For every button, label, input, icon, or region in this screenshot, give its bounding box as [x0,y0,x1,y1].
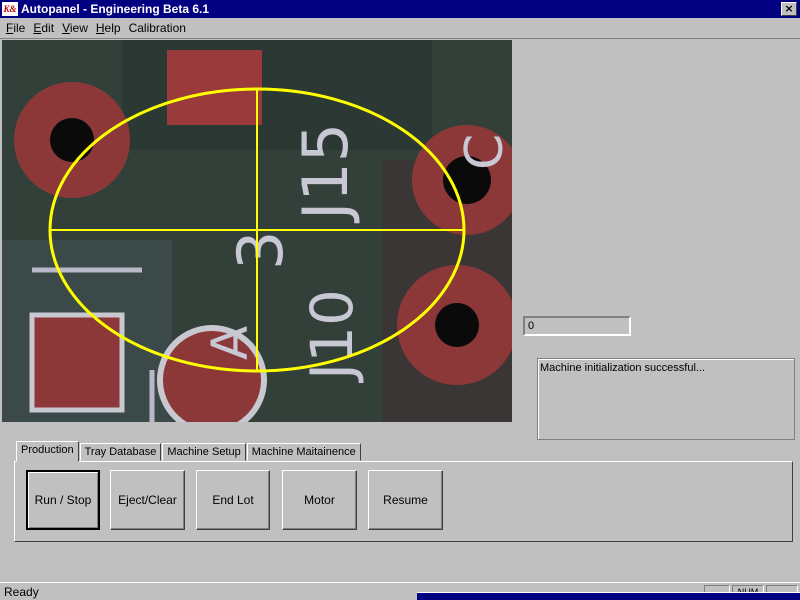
camera-image: J15 3 A J10 C [2,40,512,422]
title-bar: K& Autopanel - Engineering Beta 6.1 × [0,0,800,18]
menu-view[interactable]: View [58,21,92,35]
status-text: Ready [4,584,39,599]
pcb-hole [435,303,479,347]
overlapping-window-titlebar[interactable] [417,592,800,600]
menu-calibration[interactable]: Calibration [125,21,190,35]
silkscreen-label: 3 [224,231,297,270]
tab-machine-maintenance[interactable]: Machine Maitainence [246,443,361,461]
eject-clear-button[interactable]: Eject/Clear [110,470,185,530]
pcb-pad [167,50,262,125]
log-message: Machine initialization successful... [540,362,706,374]
end-lot-button[interactable]: End Lot [196,470,270,530]
menu-help[interactable]: Help [92,21,125,35]
menu-edit[interactable]: Edit [29,21,58,35]
resume-button[interactable]: Resume [368,470,443,530]
tab-strip: Production Tray Database Machine Setup M… [16,441,362,462]
tab-tray-database[interactable]: Tray Database [79,443,162,461]
window-title: Autopanel - Engineering Beta 6.1 [21,2,210,16]
tab-production[interactable]: Production [16,441,79,462]
menu-file[interactable]: File [2,21,29,35]
camera-view[interactable]: J15 3 A J10 C [2,40,512,422]
tab-machine-setup[interactable]: Machine Setup [162,443,246,461]
silkscreen-label: J10 [298,289,366,383]
run-stop-button[interactable]: Run / Stop [26,470,100,530]
app-logo-icon: K& [2,2,18,16]
motor-button[interactable]: Motor [282,470,357,530]
silkscreen-label: A [201,326,259,360]
menu-bar: File Edit View Help Calibration [0,18,800,38]
silkscreen-label: C [455,134,512,170]
value-readout: 0 [523,316,631,336]
close-button[interactable]: × [781,2,797,16]
pcb-hole [50,118,94,162]
silkscreen-label: J15 [289,123,362,224]
message-log: Machine initialization successful... [537,358,795,440]
